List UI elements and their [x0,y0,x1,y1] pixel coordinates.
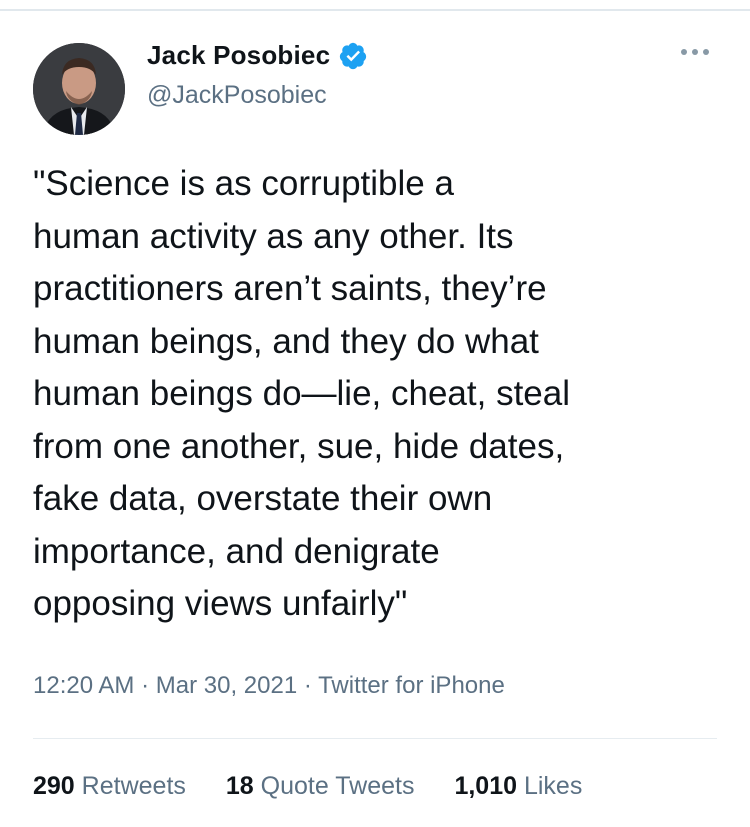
more-dot [692,49,698,55]
tweet-stats: 290 Retweets 18 Quote Tweets 1,010 Likes [33,772,622,801]
tweet-text-line: fake data, overstate their own [33,479,493,518]
avatar[interactable] [33,43,125,135]
top-divider [0,9,750,11]
retweets-stat[interactable]: 290 Retweets [33,772,186,801]
tweet-text-line: "Science is as corruptible a [33,164,454,203]
more-horizontal-icon[interactable] [681,40,721,64]
likes-label: Likes [523,772,583,800]
tweet-date[interactable]: Mar 30, 2021 [156,672,297,699]
tweet-source-link[interactable]: Twitter for iPhone [318,672,505,699]
tweet-time[interactable]: 12:20 AM [33,672,134,699]
quote-tweets-label: Quote Tweets [260,772,415,800]
likes-stat[interactable]: 1,010 Likes [454,772,582,801]
quote-tweets-stat[interactable]: 18 Quote Tweets [226,772,415,801]
retweets-label: Retweets [81,772,186,800]
avatar-image [33,43,125,135]
verified-badge-icon [338,41,368,71]
tweet-text-line: practitioners aren’t saints, they’re [33,269,547,308]
divider [33,738,717,739]
meta-separator: · [303,672,319,699]
quote-tweets-count: 18 [225,772,261,800]
more-dot [703,49,709,55]
likes-count: 1,010 [454,772,524,800]
user-handle[interactable]: @JackPosobiec [147,81,327,110]
display-name[interactable]: Jack Posobiec [147,40,330,71]
tweet-text-line: human activity as any other. Its [33,216,514,256]
retweets-count: 290 [33,772,82,800]
user-name-row: Jack Posobiec [147,40,368,71]
tweet-text: "Science is as corruptible a human activ… [33,158,723,631]
more-dot [681,49,687,55]
tweet-text-line: from one another, sue, hide dates, [33,426,565,466]
tweet-text-line: human beings do—lie, cheat, steal [33,374,570,413]
tweet-text-line: importance, and denigrate [33,531,440,571]
tweet-text-line: opposing views unfairly" [33,584,408,623]
tweet-meta: 12:20 AM · Mar 30, 2021 · Twitter for iP… [33,672,505,700]
tweet-text-line: human beings, and they do what [33,321,539,361]
meta-separator: · [141,672,156,699]
